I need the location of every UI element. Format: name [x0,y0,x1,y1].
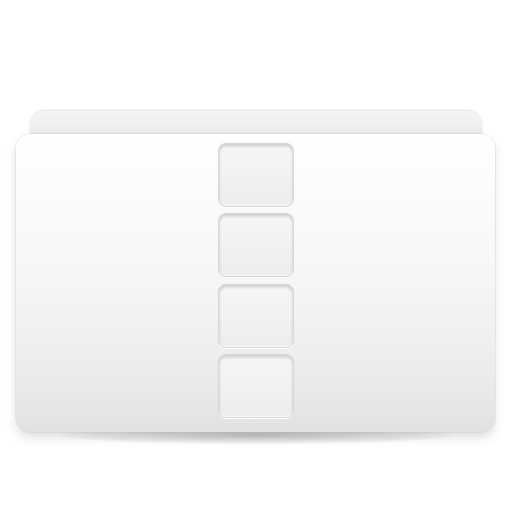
slot-column [218,143,294,419]
slot-4 [218,354,294,418]
slot-2 [218,213,294,277]
folder-icon [0,0,512,512]
slot-1 [218,143,294,207]
slot-3 [218,284,294,348]
